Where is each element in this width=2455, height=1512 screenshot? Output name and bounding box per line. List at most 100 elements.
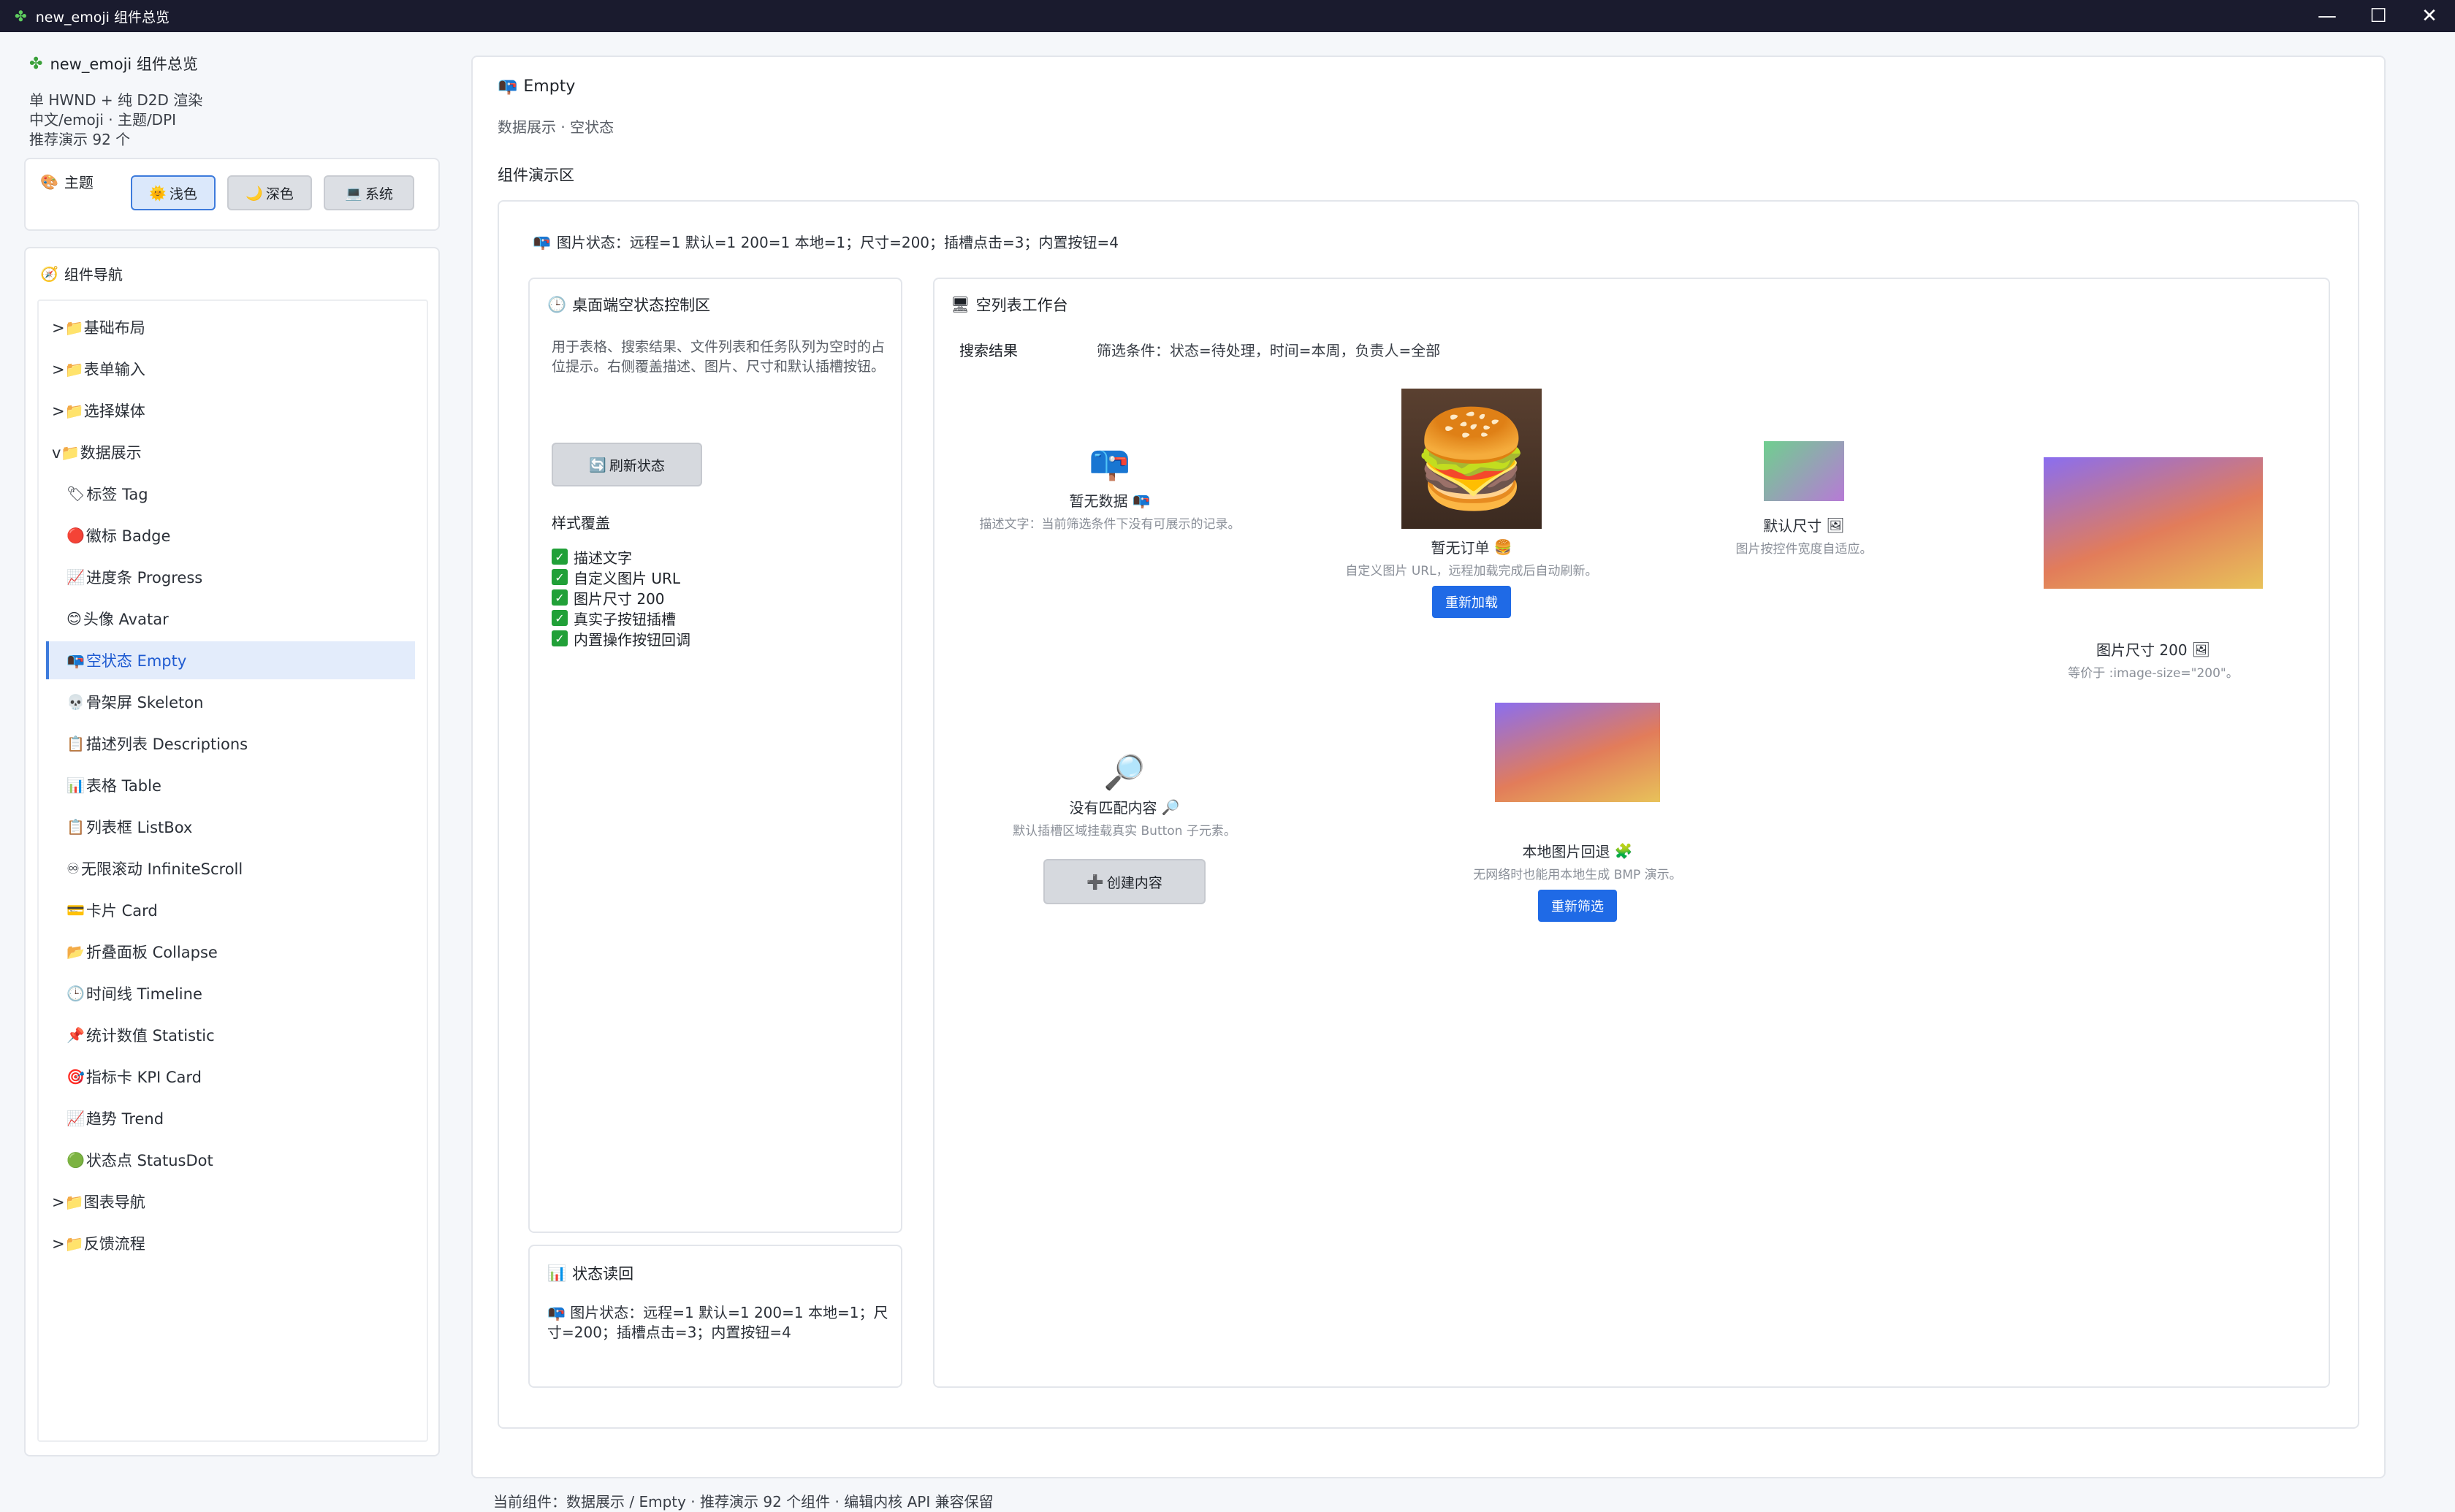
nav-item-statistic[interactable]: 📌 统计数值 Statistic: [39, 1016, 427, 1054]
empty-title: 默认尺寸: [1763, 517, 1822, 535]
empty-no-data: 📪 暂无数据 📭 描述文字：当前筛选条件下没有可展示的记录。: [949, 443, 1271, 532]
smile-icon: 😊: [66, 610, 82, 627]
nav-item-label: 统计数值 Statistic: [85, 1027, 215, 1045]
clock-icon: 🕒: [66, 985, 85, 1002]
checkbox-custom-image-url[interactable]: ✓ 自定义图片 URL: [552, 567, 690, 587]
nav-group-basic-layout[interactable]: >📁基础布局: [39, 308, 427, 346]
mailbox-icon: 📭: [533, 232, 551, 251]
chart-up-icon: 📈: [66, 568, 85, 586]
nav-item-progress[interactable]: 📈 进度条 Progress: [39, 558, 427, 596]
puzzle-icon: 🧩: [1614, 841, 1633, 860]
nav-item-descriptions[interactable]: 📋 描述列表 Descriptions: [39, 725, 427, 763]
nav-group-chart-nav[interactable]: >📁图表导航: [39, 1183, 427, 1221]
picture-icon: 🖼: [2191, 640, 2210, 658]
gradient-image: [1495, 703, 1660, 802]
minimize-button[interactable]: —: [2302, 0, 2353, 32]
nav-item-label: 指标卡 KPI Card: [85, 1069, 202, 1086]
refresh-state-button[interactable]: 🔄 刷新状态: [552, 443, 702, 486]
laptop-icon: 💻: [345, 185, 362, 202]
theme-system-button[interactable]: 💻 系统: [324, 175, 414, 210]
nav-item-empty[interactable]: 📭 空状态 Empty: [46, 641, 415, 679]
reload-button[interactable]: 重新加载: [1432, 586, 1511, 618]
readback-text: 📭 图片状态：远程=1 默认=1 200=1 本地=1；尺寸=200；插槽点击=…: [547, 1303, 891, 1343]
nav-item-avatar[interactable]: 😊 头像 Avatar: [39, 600, 427, 638]
checkmark-icon: ✓: [552, 589, 568, 606]
app-puzzle-icon: ✤: [15, 7, 27, 25]
checkbox-child-button-slot[interactable]: ✓ 真实子按钮插槽: [552, 608, 690, 628]
checkbox-label: 描述文字: [574, 549, 632, 567]
window-title: new_emoji 组件总览: [35, 9, 170, 26]
mailbox-icon: 📭: [547, 1304, 571, 1321]
nav-item-table[interactable]: 📊 表格 Table: [39, 766, 427, 804]
theme-light-button[interactable]: 🌞 浅色: [131, 175, 216, 210]
nav-item-listbox[interactable]: 📋 列表框 ListBox: [39, 808, 427, 846]
nav-item-status-dot[interactable]: 🟢 状态点 StatusDot: [39, 1141, 427, 1179]
empty-image-size-200: 图片尺寸 200 🖼 等价于 :image-size="200"。: [2014, 457, 2292, 681]
demo-area: 📭 图片状态：远程=1 默认=1 200=1 本地=1；尺寸=200；插槽点击=3…: [498, 200, 2359, 1429]
nav-item-trend[interactable]: 📈 趋势 Trend: [39, 1099, 427, 1137]
palette-icon: 🎨: [40, 172, 58, 191]
nav-group-label: >📁基础布局: [52, 319, 145, 337]
empty-description: 等价于 :image-size="200"。: [2068, 666, 2239, 681]
empty-description: 无网络时也能用本地生成 BMP 演示。: [1473, 868, 1682, 882]
nav-group-form-input[interactable]: >📁表单输入: [39, 350, 427, 388]
nav-item-timeline[interactable]: 🕒 时间线 Timeline: [39, 974, 427, 1012]
checkbox-description[interactable]: ✓ 描述文字: [552, 546, 690, 567]
create-content-button[interactable]: ➕ 创建内容: [1043, 859, 1206, 904]
checkbox-image-size[interactable]: ✓ 图片尺寸 200: [552, 587, 690, 608]
empty-local-image-fallback: 本地图片回退 🧩 无网络时也能用本地生成 BMP 演示。 重新筛选: [1417, 703, 1738, 922]
meta-line: 推荐演示 92 个: [29, 131, 131, 148]
empty-description: 自定义图片 URL，远程加载完成后自动刷新。: [1345, 564, 1598, 579]
nav-group-feedback-flow[interactable]: >📁反馈流程: [39, 1224, 427, 1262]
nav-item-card[interactable]: 💳 卡片 Card: [39, 891, 427, 929]
window-controls: — ☐ ✕: [2302, 0, 2455, 32]
theme-dark-button[interactable]: 🌙 深色: [227, 175, 312, 210]
filter-conditions: 筛选条件：状态=待处理，时间=本周，负责人=全部: [1097, 342, 1441, 359]
monitor-icon: 🖥: [951, 295, 970, 313]
readback-value: 图片状态：远程=1 默认=1 200=1 本地=1；尺寸=200；插槽点击=3；…: [547, 1304, 888, 1341]
nav-item-infinite-scroll[interactable]: ♾ 无限滚动 InfiniteScroll: [39, 849, 427, 887]
nav-item-kpi-card[interactable]: 🎯 指标卡 KPI Card: [39, 1058, 427, 1096]
skull-icon: 💀: [66, 693, 85, 711]
nav-item-label: 状态点 StatusDot: [85, 1152, 213, 1169]
red-dot-icon: 🔴: [66, 527, 85, 544]
checkmark-icon: ✓: [552, 549, 568, 565]
empty-no-match: 🔎 没有匹配内容 🔎 默认插槽区域挂载真实 Button 子元素。 ➕ 创建内容: [978, 752, 1271, 904]
nav-group-label: >📁选择媒体: [52, 402, 145, 420]
empty-description: 默认插槽区域挂载真实 Button 子元素。: [1013, 824, 1236, 839]
theme-light-label: 浅色: [169, 186, 197, 202]
mailbox-icon: 📭: [1132, 491, 1151, 509]
nav-group-label: >📁图表导航: [52, 1194, 145, 1211]
meta-line: 单 HWND + 纯 D2D 渲染: [29, 91, 203, 109]
folder-open-icon: 📂: [66, 943, 85, 961]
refresh-label: 刷新状态: [609, 457, 665, 474]
nav-group-data-display[interactable]: v📁数据展示: [39, 433, 427, 471]
empty-no-orders: 🍔 暂无订单 🍔 自定义图片 URL，远程加载完成后自动刷新。 重新加载: [1300, 389, 1643, 618]
main-card: 📭 Empty 数据展示 · 空状态 组件演示区 📭 图片状态：远程=1 默认=1 …: [471, 56, 2386, 1478]
theme-dark-label: 深色: [265, 186, 294, 202]
empty-description: 描述文字：当前筛选条件下没有可展示的记录。: [979, 517, 1241, 532]
sidebar-meta: 单 HWND + 纯 D2D 渲染 中文/emoji · 主题/DPI 推荐演示…: [29, 91, 202, 150]
burger-icon: 🍔: [1493, 538, 1512, 556]
moon-icon: 🌙: [246, 185, 263, 202]
nav-item-collapse[interactable]: 📂 折叠面板 Collapse: [39, 933, 427, 971]
checkmark-icon: ✓: [552, 630, 568, 646]
nav-item-label: 标签 Tag: [86, 486, 148, 503]
nav-item-skeleton[interactable]: 💀 骨架屏 Skeleton: [39, 683, 427, 721]
nav-group-select-media[interactable]: >📁选择媒体: [39, 392, 427, 429]
close-button[interactable]: ✕: [2404, 0, 2455, 32]
checkmark-icon: ✓: [552, 569, 568, 585]
checkbox-builtin-button-callback[interactable]: ✓ 内置操作按钮回调: [552, 628, 690, 649]
mailbox-icon: 📭: [498, 77, 518, 96]
nav-item-tag[interactable]: 🏷 标签 Tag: [39, 475, 427, 513]
compass-icon: 🧭: [40, 264, 58, 283]
nav-item-label: 无限滚动 InfiniteScroll: [80, 860, 243, 878]
infinity-icon: ♾: [66, 860, 80, 877]
refilter-button[interactable]: 重新筛选: [1538, 890, 1617, 922]
title-bar: ✤ new_emoji 组件总览 — ☐ ✕: [0, 0, 2455, 32]
checkbox-label: 内置操作按钮回调: [574, 630, 690, 649]
nav-item-badge[interactable]: 🔴 徽标 Badge: [39, 516, 427, 554]
status-footer: 当前组件：数据展示 / Empty · 推荐演示 92 个组件 · 编辑内核 A…: [493, 1493, 994, 1511]
app-name: new_emoji 组件总览: [50, 56, 198, 73]
maximize-button[interactable]: ☐: [2353, 0, 2404, 32]
